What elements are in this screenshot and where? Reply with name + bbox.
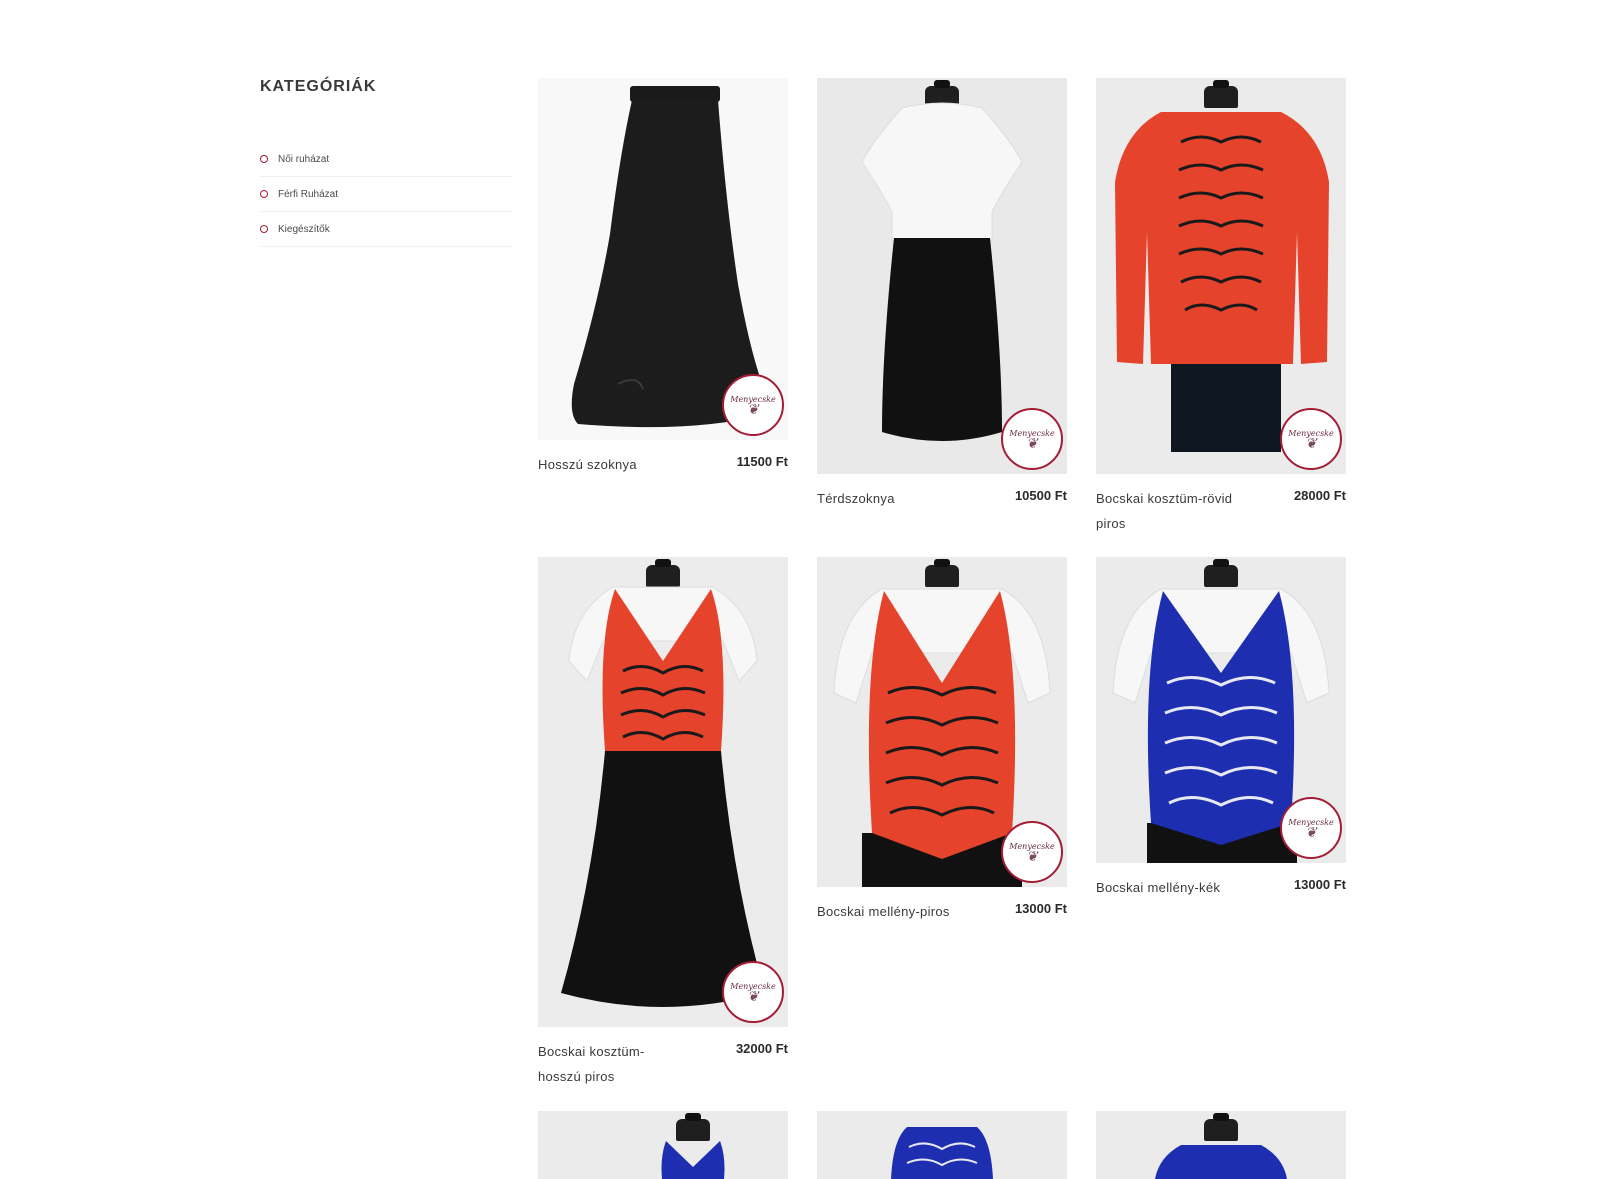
blue-jacket-partial-icon [891, 1127, 993, 1179]
product-card[interactable]: Menyecske ❦ Térdszoknya 10500 Ft [817, 78, 1067, 511]
product-image-blue-bocskai-vest[interactable]: Menyecske ❦ [1096, 557, 1346, 863]
product-price: 13000 Ft [1293, 877, 1346, 892]
product-image-black-pencil-skirt[interactable]: Menyecske ❦ [817, 78, 1067, 474]
brand-logo-badge: Menyecske ❦ [1001, 408, 1063, 470]
product-image-partial[interactable] [817, 1111, 1067, 1179]
brand-logo-badge: Menyecske ❦ [1001, 821, 1063, 883]
product-price: 11500 Ft [736, 454, 788, 469]
red-vest-long-skirt-icon [561, 586, 765, 1007]
product-card[interactable]: Menyecske ❦ Hosszú szoknya 11500 Ft [538, 78, 788, 477]
blue-jacket-partial-icon [1155, 1145, 1287, 1179]
product-card[interactable] [817, 1111, 1067, 1179]
blue-vest-partial-icon [661, 1141, 725, 1179]
product-image-red-bocskai-vest[interactable]: Menyecske ❦ [817, 557, 1067, 887]
product-price: 13000 Ft [1014, 901, 1067, 916]
product-name[interactable]: Térdszoknya [817, 486, 957, 511]
category-sidebar: KATEGÓRIÁK Női ruházat Férfi Ruházat Kie… [260, 78, 512, 247]
product-card[interactable]: Menyecske ❦ Bocskai kosztüm-rövid piros … [1096, 78, 1346, 536]
flourish-icon: ❦ [1026, 848, 1038, 865]
flourish-icon: ❦ [1305, 824, 1317, 841]
category-item-ferfi-ruhazat[interactable]: Férfi Ruházat [260, 177, 512, 212]
product-card[interactable]: Menyecske ❦ Bocskai kosztüm-hosszú piros… [538, 557, 788, 1089]
product-price: 28000 Ft [1293, 488, 1346, 503]
black-pencil-skirt-icon [861, 102, 1023, 441]
flourish-icon: ❦ [747, 401, 759, 418]
sidebar-title: KATEGÓRIÁK [260, 78, 377, 95]
product-name[interactable]: Bocskai kosztüm-rövid piros [1096, 486, 1236, 536]
category-label: Férfi Ruházat [278, 188, 339, 200]
product-card[interactable]: Menyecske ❦ Bocskai mellény-piros 13000 … [817, 557, 1067, 924]
flourish-icon: ❦ [1026, 435, 1038, 452]
category-item-kiegeszitok[interactable]: Kiegészítők [260, 212, 512, 247]
circle-bullet-icon [260, 155, 268, 163]
category-list: Női ruházat Férfi Ruházat Kiegészítők [260, 142, 512, 247]
product-image-partial[interactable] [538, 1111, 788, 1179]
product-name[interactable]: Hosszú szoknya [538, 452, 678, 477]
product-image-red-bocskai-jacket[interactable]: Menyecske ❦ [1096, 78, 1346, 474]
product-price: 32000 Ft [735, 1041, 788, 1056]
product-card[interactable]: Menyecske ❦ Bocskai mellény-kék 13000 Ft [1096, 557, 1346, 900]
brand-logo-badge: Menyecske ❦ [1280, 408, 1342, 470]
product-card[interactable] [1096, 1111, 1346, 1179]
mannequin-stand-icon [1204, 1113, 1238, 1141]
product-price: 10500 Ft [1014, 488, 1067, 503]
flourish-icon: ❦ [1305, 435, 1317, 452]
brand-logo-badge: Menyecske ❦ [722, 374, 784, 436]
category-label: Kiegészítők [278, 223, 330, 235]
brand-logo-badge: Menyecske ❦ [722, 961, 784, 1023]
product-image-long-black-skirt[interactable]: Menyecske ❦ [538, 78, 788, 440]
product-card[interactable] [538, 1111, 788, 1179]
circle-bullet-icon [260, 190, 268, 198]
brand-logo-badge: Menyecske ❦ [1280, 797, 1342, 859]
product-image-partial[interactable] [1096, 1111, 1346, 1179]
product-name[interactable]: Bocskai mellény-kék [1096, 875, 1236, 900]
product-name[interactable]: Bocskai mellény-piros [817, 899, 957, 924]
product-name[interactable]: Bocskai kosztüm-hosszú piros [538, 1039, 678, 1089]
circle-bullet-icon [260, 225, 268, 233]
flourish-icon: ❦ [747, 988, 759, 1005]
category-label: Női ruházat [278, 153, 330, 165]
category-item-noi-ruhazat[interactable]: Női ruházat [260, 142, 512, 177]
product-image-red-vest-long-skirt[interactable]: Menyecske ❦ [538, 557, 788, 1027]
